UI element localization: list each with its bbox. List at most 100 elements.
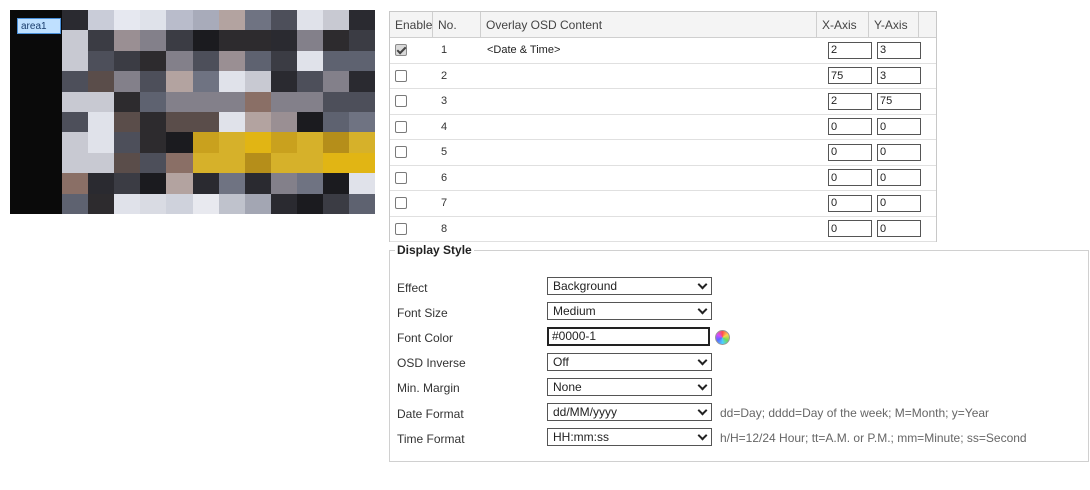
preview-pixel	[88, 71, 116, 93]
osd-content[interactable]	[481, 191, 817, 216]
effect-select[interactable]: Background	[547, 277, 712, 295]
osd-inverse-select[interactable]: Off	[547, 353, 712, 371]
osd-content[interactable]	[481, 166, 817, 191]
x-axis-input[interactable]	[828, 169, 872, 187]
y-axis-input[interactable]	[877, 194, 921, 212]
preview-pixel	[192, 10, 220, 31]
preview-pixel	[62, 152, 90, 174]
preview-pixel	[348, 193, 375, 214]
font-color-input[interactable]: #0000-1	[547, 327, 710, 346]
preview-pixel	[244, 91, 272, 113]
preview-pixel	[10, 193, 37, 214]
osd-content[interactable]	[481, 115, 817, 140]
preview-pixel	[140, 112, 168, 133]
preview-pixel	[296, 173, 324, 195]
osd-inverse-label: OSD Inverse	[397, 356, 466, 370]
osd-content[interactable]	[481, 217, 817, 242]
time-format-label: Time Format	[397, 432, 465, 446]
x-axis-input[interactable]	[828, 41, 872, 59]
preview-pixel	[270, 132, 298, 154]
preview-pixel	[10, 112, 37, 133]
preview-pixel	[218, 112, 246, 133]
preview-pixel	[140, 10, 168, 31]
y-axis-input[interactable]	[877, 41, 921, 59]
enable-cell	[390, 217, 433, 242]
preview-pixel	[322, 193, 350, 214]
enable-checkbox[interactable]	[395, 44, 407, 57]
video-preview[interactable]: area1	[10, 10, 375, 214]
font-size-select[interactable]: Medium	[547, 302, 712, 320]
preview-pixel	[192, 173, 220, 195]
y-axis-input[interactable]	[877, 143, 921, 161]
x-axis-input[interactable]	[828, 67, 872, 85]
osd-content[interactable]	[481, 64, 817, 89]
preview-pixel	[114, 71, 142, 93]
time-format-select[interactable]: HH:mm:ss	[547, 428, 712, 446]
area-label[interactable]: area1	[17, 18, 61, 34]
preview-pixel	[192, 112, 220, 133]
preview-pixel	[114, 173, 142, 195]
x-axis-cell	[817, 166, 872, 191]
y-axis-input[interactable]	[877, 92, 921, 110]
preview-pixel	[322, 132, 350, 154]
y-axis-cell	[869, 191, 921, 216]
preview-pixel	[244, 152, 272, 174]
preview-pixel	[192, 132, 220, 154]
osd-content[interactable]: <Date & Time>	[481, 38, 817, 63]
enable-checkbox[interactable]	[395, 146, 407, 159]
y-axis-input[interactable]	[877, 169, 921, 187]
preview-pixel	[348, 132, 375, 154]
preview-pixel	[140, 71, 168, 93]
y-axis-input[interactable]	[877, 118, 921, 136]
enable-checkbox[interactable]	[395, 69, 407, 82]
display-style-legend: Display Style	[395, 243, 474, 257]
min-margin-select[interactable]: None	[547, 378, 712, 396]
preview-pixel	[88, 30, 116, 52]
time-format-hint: h/H=12/24 Hour; tt=A.M. or P.M.; mm=Minu…	[720, 431, 1027, 445]
osd-content[interactable]	[481, 89, 817, 114]
x-axis-input[interactable]	[828, 143, 872, 161]
preview-pixel	[166, 132, 194, 154]
x-axis-cell	[817, 89, 872, 114]
preview-pixel	[88, 132, 116, 154]
preview-pixel	[62, 71, 90, 93]
enable-checkbox[interactable]	[395, 171, 407, 184]
row-number: 1	[441, 44, 448, 57]
preview-pixel	[270, 30, 298, 52]
y-axis-cell	[869, 140, 921, 165]
date-format-label: Date Format	[397, 407, 464, 421]
preview-pixel	[270, 91, 298, 113]
preview-pixel	[166, 30, 194, 52]
preview-pixel	[218, 71, 246, 93]
date-format-select[interactable]: dd/MM/yyyy	[547, 403, 712, 421]
preview-pixel	[296, 50, 324, 72]
preview-pixel	[296, 71, 324, 93]
preview-pixel	[296, 112, 324, 133]
y-axis-input[interactable]	[877, 220, 921, 238]
preview-pixel	[114, 91, 142, 113]
x-axis-input[interactable]	[828, 92, 872, 110]
enable-checkbox[interactable]	[395, 120, 407, 133]
preview-pixel	[218, 10, 246, 31]
preview-pixel	[62, 112, 90, 133]
preview-pixel	[62, 193, 90, 214]
preview-pixel	[62, 173, 90, 195]
preview-pixel	[114, 30, 142, 52]
x-axis-input[interactable]	[828, 118, 872, 136]
table-row: 8	[390, 217, 936, 242]
x-axis-input[interactable]	[828, 220, 872, 238]
preview-pixel	[62, 50, 90, 72]
osd-content[interactable]	[481, 140, 817, 165]
y-axis-input[interactable]	[877, 67, 921, 85]
preview-pixel	[244, 173, 272, 195]
preview-pixel	[166, 173, 194, 195]
enable-checkbox[interactable]	[395, 222, 407, 235]
preview-pixel	[296, 91, 324, 113]
preview-pixel	[114, 10, 142, 31]
table-row: 2	[390, 64, 936, 89]
enable-checkbox[interactable]	[395, 197, 407, 210]
color-picker-icon[interactable]	[715, 330, 730, 345]
enable-checkbox[interactable]	[395, 95, 407, 108]
x-axis-input[interactable]	[828, 194, 872, 212]
preview-pixel	[244, 112, 272, 133]
